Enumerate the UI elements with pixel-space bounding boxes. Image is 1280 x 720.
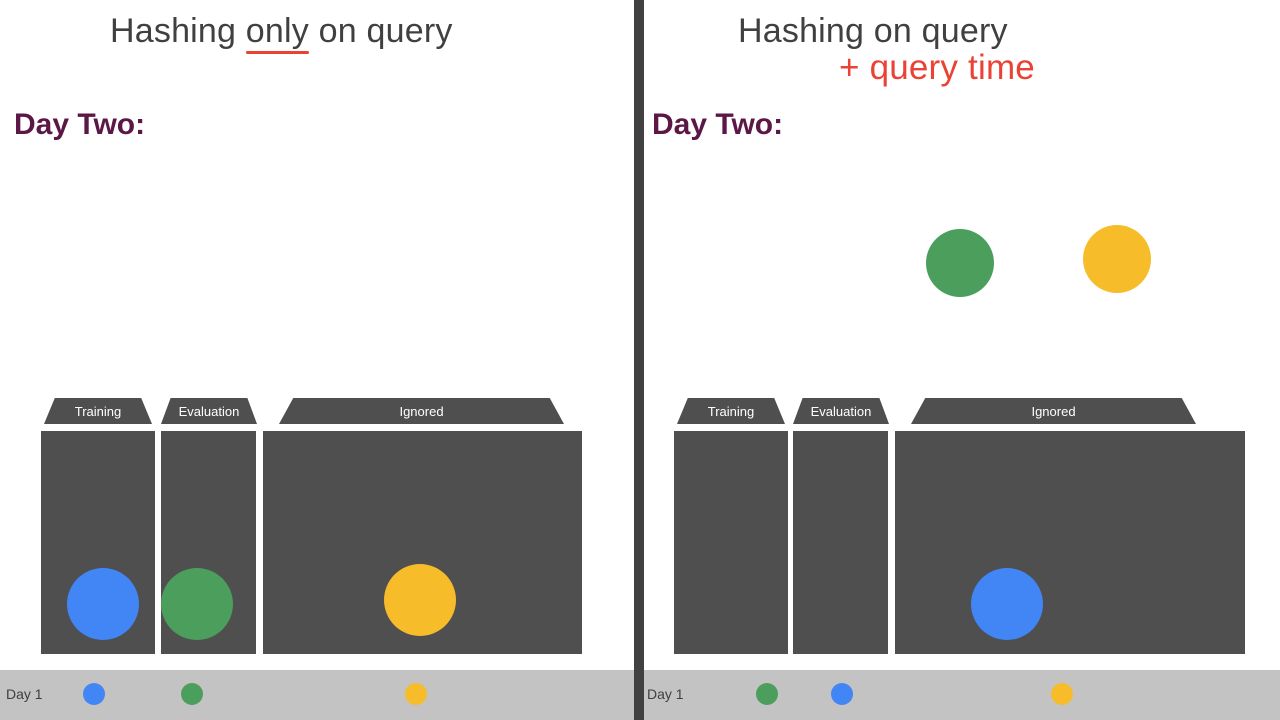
right-subtitle: + query time	[839, 48, 1035, 88]
footer-right-blue-dot-icon	[831, 683, 853, 705]
right-evaluation-bucket	[793, 431, 888, 654]
right-training-label: Training	[677, 398, 785, 424]
left-yellow-circle-icon	[384, 564, 456, 636]
left-green-circle-icon	[161, 568, 233, 640]
left-title-post: on query	[309, 12, 453, 50]
left-evaluation-label: Evaluation	[161, 398, 257, 424]
right-blue-circle-icon	[971, 568, 1043, 640]
right-float-green-circle-icon	[926, 229, 994, 297]
right-evaluation-label: Evaluation	[793, 398, 889, 424]
right-ignored-bucket	[895, 431, 1245, 654]
footer-right-yellow-dot-icon	[1051, 683, 1073, 705]
left-title-underline: only	[246, 12, 309, 51]
footer-day1-left: Day 1	[6, 686, 43, 702]
left-ignored-label: Ignored	[279, 398, 564, 424]
footer-left-blue-dot-icon	[83, 683, 105, 705]
left-training-label: Training	[44, 398, 152, 424]
footer-day1-right: Day 1	[647, 686, 684, 702]
vertical-divider	[634, 0, 644, 720]
left-blue-circle-icon	[67, 568, 139, 640]
footer-right-green-dot-icon	[756, 683, 778, 705]
left-title-pre: Hashing	[110, 12, 246, 50]
footer-left-yellow-dot-icon	[405, 683, 427, 705]
right-ignored-label: Ignored	[911, 398, 1196, 424]
left-title: Hashing only on query	[110, 12, 453, 51]
left-day-label: Day Two:	[14, 108, 145, 142]
slide-canvas: Hashing only on query Hashing on query +…	[0, 0, 1280, 720]
right-day-label: Day Two:	[652, 108, 783, 142]
right-title: Hashing on query	[738, 12, 1008, 51]
right-float-yellow-circle-icon	[1083, 225, 1151, 293]
right-training-bucket	[674, 431, 788, 654]
footer-left-green-dot-icon	[181, 683, 203, 705]
